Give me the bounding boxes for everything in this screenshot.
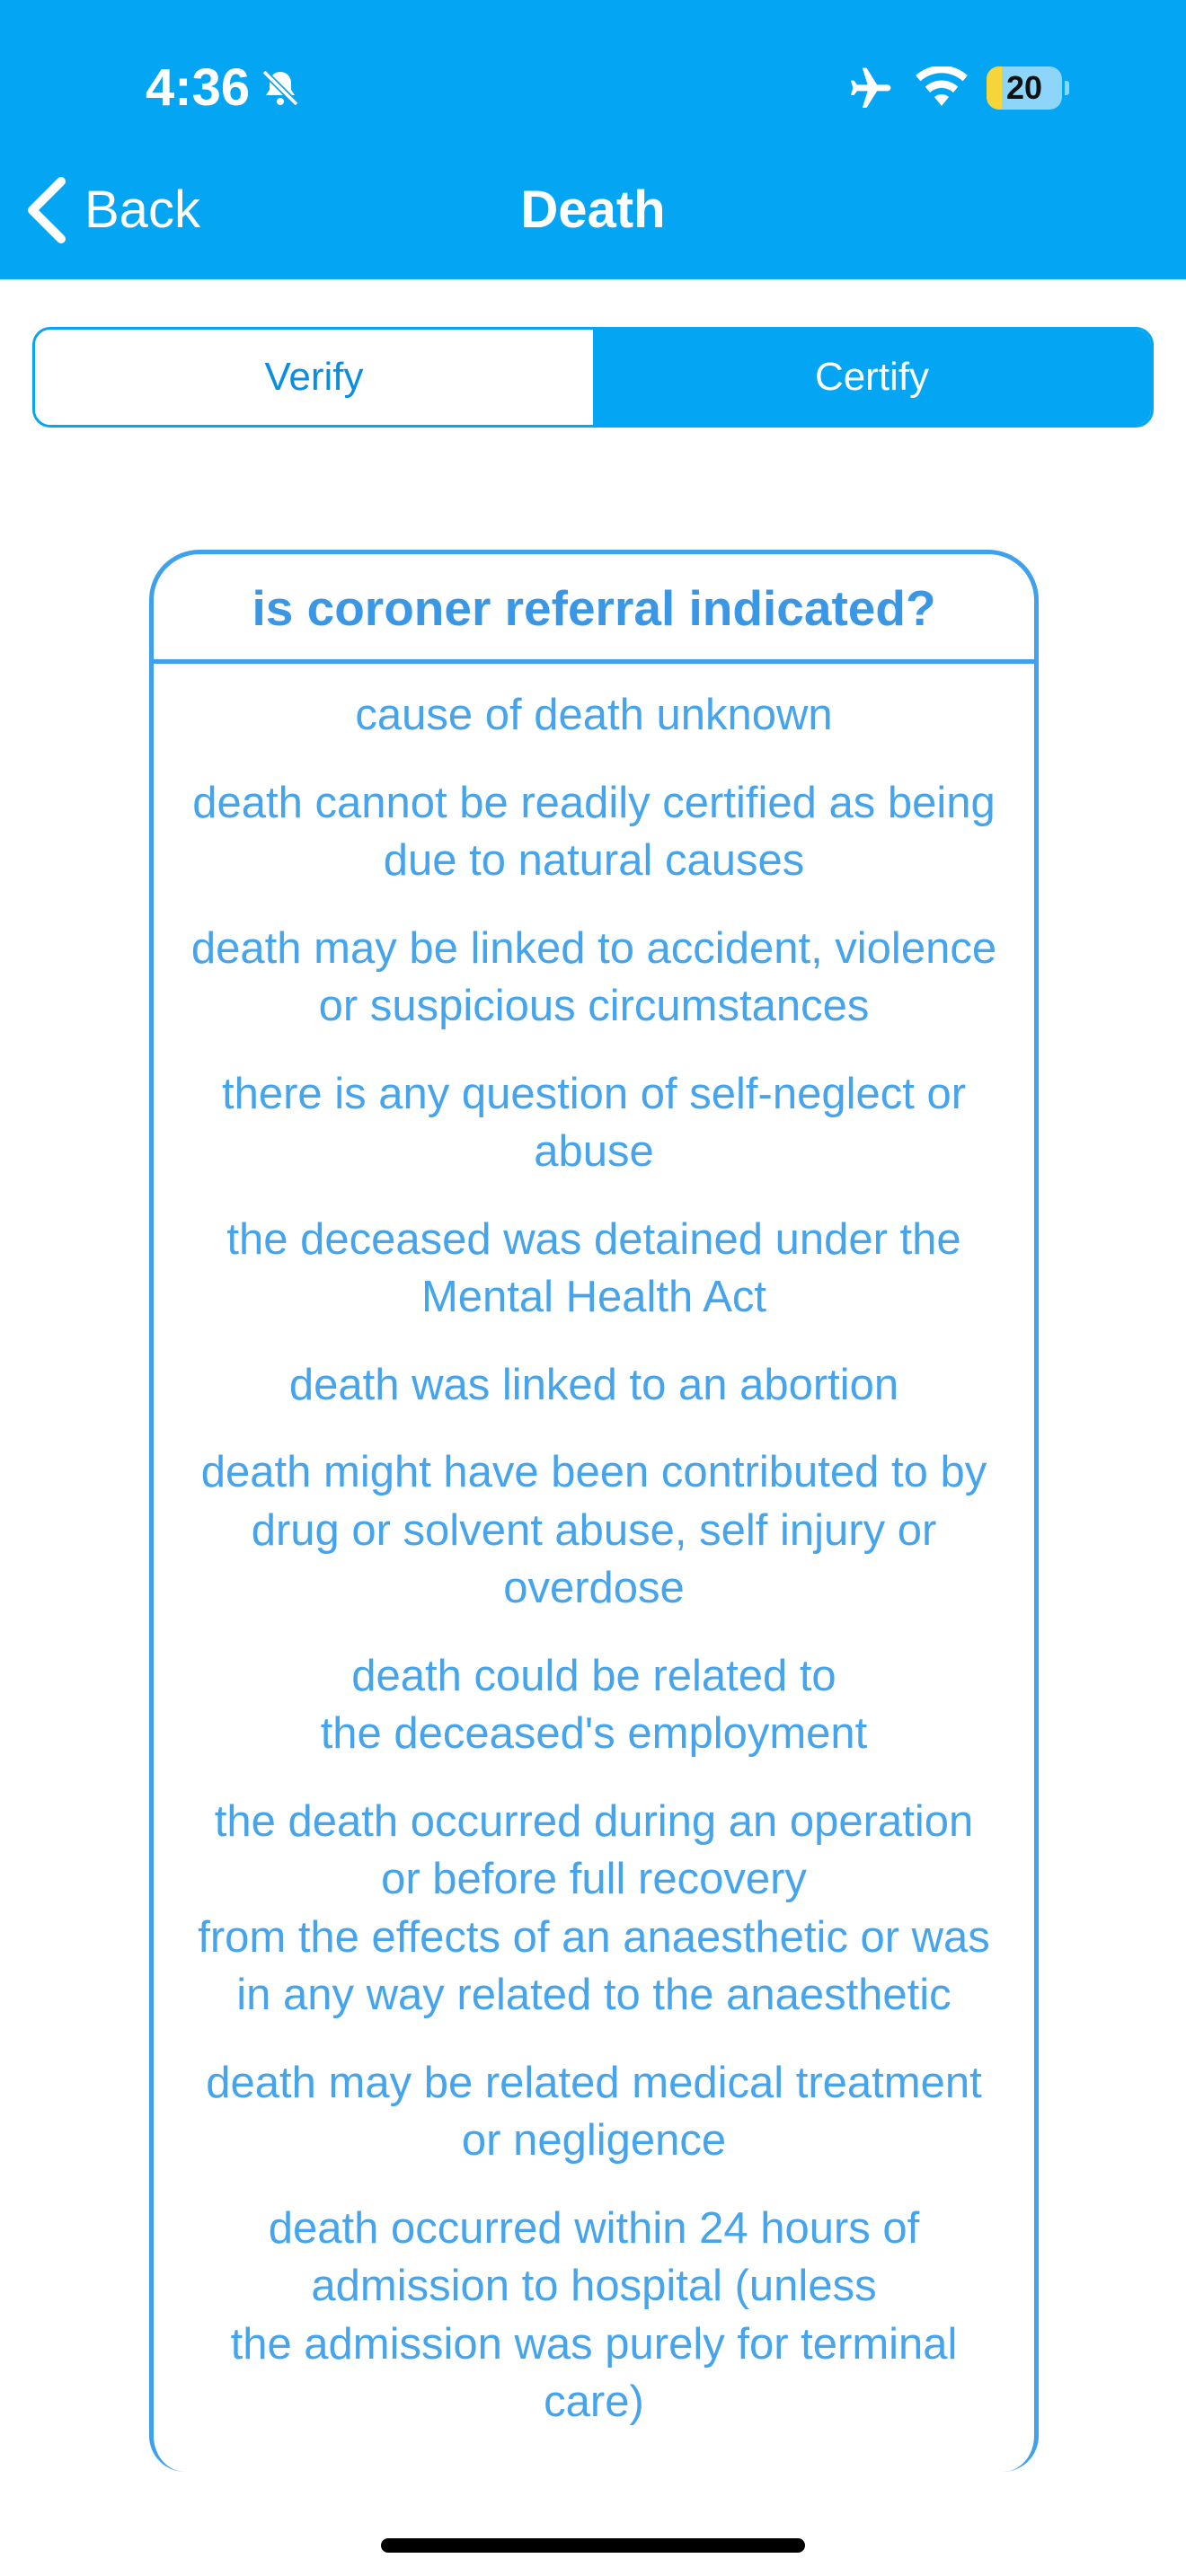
bell-slash-icon bbox=[261, 69, 299, 107]
tab-verify[interactable]: Verify bbox=[35, 330, 593, 425]
battery-cap bbox=[1065, 81, 1069, 95]
criteria-list: cause of death unknown death cannot be r… bbox=[154, 686, 1034, 2431]
criterion-item: death may be related medical treatment o… bbox=[206, 2058, 982, 2166]
criterion-item: cause of death unknown bbox=[355, 691, 833, 739]
status-time-group: 4:36 bbox=[146, 52, 302, 124]
coroner-referral-card: is coroner referral indicated? cause of … bbox=[149, 550, 1039, 2472]
back-button[interactable]: Back bbox=[25, 171, 200, 250]
criterion-item: death could be related to the deceased's… bbox=[320, 1651, 868, 1759]
status-time: 4:36 bbox=[146, 58, 251, 117]
wifi-icon bbox=[916, 66, 968, 106]
airplane-icon bbox=[851, 67, 891, 108]
tab-certify[interactable]: Certify bbox=[593, 330, 1151, 425]
criterion-item: death cannot be readily certified as bei… bbox=[192, 778, 996, 886]
criterion-item: the death occurred during an operation o… bbox=[198, 1796, 990, 2020]
chevron-left-icon bbox=[28, 177, 66, 243]
verify-certify-segmented-control: Verify Certify bbox=[32, 327, 1154, 428]
navigation-bar: Death Back bbox=[0, 171, 1186, 279]
app-header: 4:36 20 Death Back bbox=[0, 0, 1186, 279]
criterion-item: death might have been contributed to by … bbox=[200, 1448, 987, 1612]
battery-icon: 20 bbox=[987, 66, 1069, 110]
criterion-item: the deceased was detained under the Ment… bbox=[226, 1214, 961, 1322]
home-indicator[interactable] bbox=[381, 2538, 805, 2553]
criterion-item: death occurred within 24 hours of admiss… bbox=[230, 2203, 958, 2427]
criterion-item: death was linked to an abortion bbox=[288, 1360, 899, 1409]
battery-body: 20 bbox=[987, 66, 1062, 110]
status-bar: 4:36 20 bbox=[0, 0, 1186, 171]
back-label: Back bbox=[84, 181, 200, 239]
card-title: is coroner referral indicated? bbox=[154, 554, 1034, 664]
battery-level: 20 bbox=[1005, 69, 1043, 106]
criterion-item: there is any question of self-neglect or… bbox=[221, 1069, 967, 1177]
criterion-item: death may be linked to accident, violenc… bbox=[190, 923, 997, 1031]
